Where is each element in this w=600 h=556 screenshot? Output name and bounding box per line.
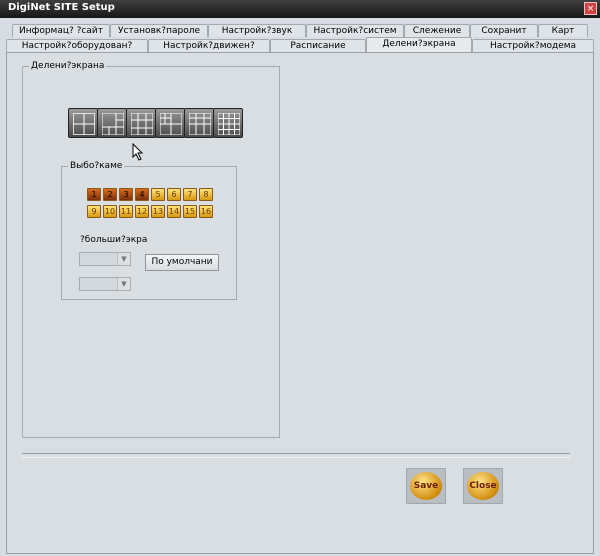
camera-button-16[interactable]: 16 bbox=[199, 205, 213, 218]
title-bar: DigiNet SITE Setup × bbox=[0, 0, 600, 18]
tab-watch[interactable]: Слежение bbox=[404, 24, 470, 37]
camera-button-9[interactable]: 9 bbox=[87, 205, 101, 218]
tab-system[interactable]: Настройк?систем bbox=[306, 24, 404, 37]
tab-schedule[interactable]: Расписание bbox=[270, 39, 366, 52]
tab-sound[interactable]: Настройк?звук bbox=[208, 24, 306, 37]
camera-button-13[interactable]: 13 bbox=[151, 205, 165, 218]
default-button[interactable]: По умолчани bbox=[145, 254, 219, 271]
split-1-button[interactable] bbox=[68, 108, 98, 138]
close-icon: × bbox=[586, 4, 595, 14]
camera-button-14[interactable]: 14 bbox=[167, 205, 181, 218]
split-1-icon bbox=[73, 113, 95, 135]
save-button-label: Save bbox=[410, 472, 442, 500]
tab-motion[interactable]: Настройк?движен? bbox=[148, 39, 270, 52]
camera-button-1[interactable]: 1 bbox=[87, 188, 101, 201]
close-button[interactable]: Close bbox=[463, 468, 503, 504]
camera-button-10[interactable]: 10 bbox=[103, 205, 117, 218]
split-5-icon bbox=[189, 113, 211, 135]
tab-map[interactable]: Карт bbox=[538, 24, 588, 37]
divider bbox=[22, 453, 570, 454]
split-4-button[interactable] bbox=[155, 108, 185, 138]
camera-button-3[interactable]: 3 bbox=[119, 188, 133, 201]
camera-select-dropdown-1[interactable]: ▼ bbox=[79, 252, 131, 266]
tab-equipment[interactable]: Настройк?оборудован? bbox=[6, 39, 148, 52]
close-button-label: Close bbox=[467, 472, 499, 500]
split-2-icon bbox=[102, 113, 124, 135]
tab-save-settings[interactable]: Сохранит bbox=[470, 24, 538, 37]
split-6-button[interactable] bbox=[213, 108, 243, 138]
mouse-cursor-icon bbox=[132, 143, 144, 161]
save-button[interactable]: Save bbox=[406, 468, 446, 504]
camera-button-12[interactable]: 12 bbox=[135, 205, 149, 218]
split-5-button[interactable] bbox=[184, 108, 214, 138]
camera-button-15[interactable]: 15 bbox=[183, 205, 197, 218]
close-window-button[interactable]: × bbox=[584, 2, 597, 15]
camera-button-4[interactable]: 4 bbox=[135, 188, 149, 201]
chevron-down-icon: ▼ bbox=[117, 253, 130, 265]
tab-site-info[interactable]: Информац? ?сайт bbox=[12, 24, 110, 37]
tab-row-top: Информац? ?сайт Установк?пароле Настройк… bbox=[0, 24, 600, 38]
split-3-button[interactable] bbox=[126, 108, 156, 138]
camera-button-2[interactable]: 2 bbox=[103, 188, 117, 201]
zoom-label: ?больши?экра bbox=[80, 235, 148, 245]
screen-split-legend: Делени?экрана bbox=[29, 60, 107, 72]
tab-modem[interactable]: Настройк?модема bbox=[472, 39, 594, 52]
chevron-down-icon: ▼ bbox=[117, 278, 130, 290]
camera-select-legend: Выбо?каме bbox=[68, 160, 125, 172]
camera-button-6[interactable]: 6 bbox=[167, 188, 181, 201]
camera-button-8[interactable]: 8 bbox=[199, 188, 213, 201]
tab-password[interactable]: Установк?пароле bbox=[110, 24, 208, 37]
tab-screen-split[interactable]: Делени?экрана bbox=[366, 37, 472, 52]
camera-button-5[interactable]: 5 bbox=[151, 188, 165, 201]
window-title: DigiNet SITE Setup bbox=[8, 2, 115, 13]
split-2-button[interactable] bbox=[97, 108, 127, 138]
camera-button-11[interactable]: 11 bbox=[119, 205, 133, 218]
tab-row-bottom: Настройк?оборудован? Настройк?движен? Ра… bbox=[0, 37, 600, 53]
camera-select-dropdown-2[interactable]: ▼ bbox=[79, 277, 131, 291]
divider-highlight bbox=[22, 457, 570, 458]
camera-button-7[interactable]: 7 bbox=[183, 188, 197, 201]
split-4-icon bbox=[160, 113, 182, 135]
split-3-icon bbox=[131, 113, 153, 135]
split-6-icon bbox=[218, 113, 240, 135]
